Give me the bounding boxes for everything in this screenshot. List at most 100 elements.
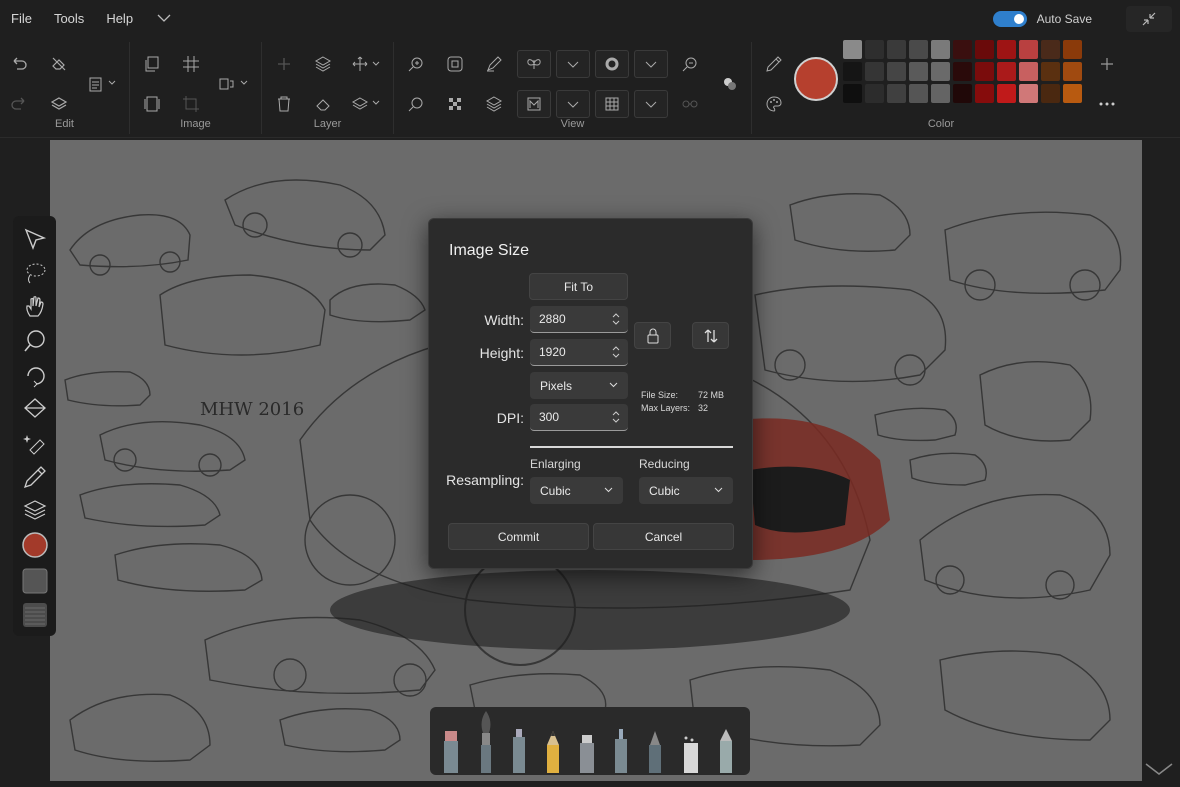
- paste-button[interactable]: [82, 70, 110, 98]
- guide-button[interactable]: [517, 90, 551, 118]
- color-swatch[interactable]: [997, 62, 1016, 81]
- crop-button[interactable]: [177, 90, 205, 118]
- paper-tool[interactable]: [20, 600, 49, 629]
- hand-tool[interactable]: [20, 292, 49, 321]
- paintbrush-icon[interactable]: [475, 709, 497, 773]
- clear-selection-button[interactable]: [45, 50, 73, 78]
- grid-button[interactable]: [595, 90, 629, 118]
- chevron-down-icon[interactable]: [108, 80, 116, 86]
- spinner-icon[interactable]: [611, 345, 621, 359]
- highlighter-icon[interactable]: [576, 733, 598, 773]
- smudge-tool-icon[interactable]: [715, 727, 737, 773]
- color-swatch[interactable]: [1063, 40, 1082, 59]
- grid-dropdown[interactable]: [634, 90, 668, 118]
- color-swatch[interactable]: [1041, 40, 1060, 59]
- chevron-down-icon[interactable]: [240, 80, 248, 86]
- symmetry-button[interactable]: [517, 50, 551, 78]
- zoom-actual-button[interactable]: [402, 90, 430, 118]
- color-swatch[interactable]: [1041, 62, 1060, 81]
- layers-tool[interactable]: [20, 496, 49, 525]
- color-swatch[interactable]: [931, 62, 950, 81]
- undo-button[interactable]: [5, 50, 33, 78]
- layer-eraser-button[interactable]: [309, 90, 337, 118]
- layer-blend-button[interactable]: [346, 90, 374, 118]
- image-frame-button[interactable]: [138, 90, 166, 118]
- color-swatch[interactable]: [909, 62, 928, 81]
- menu-help[interactable]: Help: [95, 11, 144, 26]
- autosave-toggle[interactable]: [992, 11, 1027, 27]
- chevron-down-icon[interactable]: [372, 100, 380, 106]
- color-swatch[interactable]: [931, 84, 950, 103]
- width-field[interactable]: 2880: [530, 306, 628, 333]
- color-swatch[interactable]: [887, 84, 906, 103]
- color-swatch[interactable]: [843, 40, 862, 59]
- color-swatch[interactable]: [865, 62, 884, 81]
- color-mixer-button[interactable]: [716, 70, 744, 98]
- color-swatch[interactable]: [909, 40, 928, 59]
- color-swatch[interactable]: [1063, 84, 1082, 103]
- color-swatch[interactable]: [865, 40, 884, 59]
- layer-stack-button[interactable]: [309, 50, 337, 78]
- redo-button[interactable]: [5, 90, 33, 118]
- add-color-button[interactable]: [1093, 50, 1121, 78]
- eyedropper-button[interactable]: [760, 50, 788, 78]
- guide-dropdown[interactable]: [556, 90, 590, 118]
- texture-tool[interactable]: [20, 566, 49, 595]
- color-swatch[interactable]: [953, 84, 972, 103]
- color-swatch[interactable]: [909, 84, 928, 103]
- airbrush-icon[interactable]: [610, 727, 632, 773]
- add-layer-button[interactable]: [270, 50, 298, 78]
- color-tool[interactable]: [20, 530, 49, 559]
- menu-file[interactable]: File: [0, 11, 43, 26]
- chevron-down-icon[interactable]: [372, 61, 380, 67]
- units-dropdown[interactable]: Pixels: [530, 372, 628, 399]
- swap-dimensions-button[interactable]: [692, 322, 729, 349]
- color-swatch[interactable]: [931, 40, 950, 59]
- cancel-button[interactable]: Cancel: [593, 523, 734, 550]
- fit-screen-button[interactable]: [441, 50, 469, 78]
- color-swatch[interactable]: [997, 84, 1016, 103]
- rotate-tool[interactable]: [20, 360, 49, 389]
- color-swatch[interactable]: [997, 40, 1016, 59]
- pixel-grid-button[interactable]: [441, 90, 469, 118]
- zoom-tool[interactable]: [20, 326, 49, 355]
- color-swatch[interactable]: [1019, 40, 1038, 59]
- marker-icon[interactable]: [508, 727, 530, 773]
- layer-merge-button[interactable]: [45, 90, 73, 118]
- dpi-field[interactable]: 300: [530, 404, 628, 431]
- copy-image-button[interactable]: [138, 50, 166, 78]
- color-swatch[interactable]: [1041, 84, 1060, 103]
- ink-pen-icon[interactable]: [644, 729, 666, 773]
- height-field[interactable]: 1920: [530, 339, 628, 366]
- select-tool[interactable]: [20, 224, 49, 253]
- color-swatch[interactable]: [887, 62, 906, 81]
- color-swatch[interactable]: [953, 40, 972, 59]
- color-swatch[interactable]: [865, 84, 884, 103]
- spinner-icon[interactable]: [611, 312, 621, 326]
- symmetry-dropdown[interactable]: [556, 50, 590, 78]
- color-swatch[interactable]: [843, 62, 862, 81]
- more-colors-button[interactable]: [1093, 90, 1121, 118]
- color-swatch[interactable]: [975, 40, 994, 59]
- color-swatch[interactable]: [843, 84, 862, 103]
- flip-image-button[interactable]: [212, 70, 240, 98]
- color-swatch[interactable]: [975, 84, 994, 103]
- link-view-button[interactable]: [676, 90, 704, 118]
- color-swatch[interactable]: [953, 62, 972, 81]
- pencil-icon[interactable]: [542, 729, 564, 773]
- fit-to-button[interactable]: Fit To: [529, 273, 628, 300]
- reducing-dropdown[interactable]: Cubic: [639, 477, 733, 504]
- lasso-tool[interactable]: [20, 258, 49, 287]
- magic-eraser-tool[interactable]: [20, 428, 49, 457]
- radial-button[interactable]: [595, 50, 629, 78]
- pen-view-button[interactable]: [480, 50, 508, 78]
- menu-tools[interactable]: Tools: [43, 11, 95, 26]
- color-swatch[interactable]: [1019, 62, 1038, 81]
- zoom-out-button[interactable]: [676, 50, 704, 78]
- color-swatch[interactable]: [887, 40, 906, 59]
- layer-view-button[interactable]: [480, 90, 508, 118]
- chevron-down-icon[interactable]: [156, 10, 172, 26]
- color-swatch[interactable]: [975, 62, 994, 81]
- layer-move-button[interactable]: [346, 50, 374, 78]
- commit-button[interactable]: Commit: [448, 523, 589, 550]
